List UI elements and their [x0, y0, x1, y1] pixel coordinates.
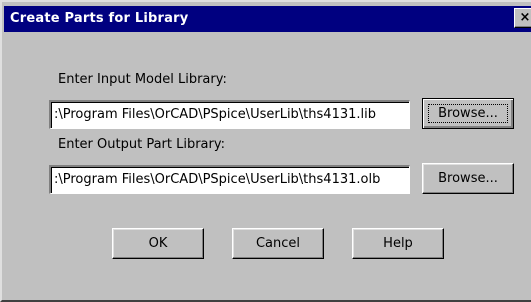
ok-button[interactable]: OK	[112, 228, 204, 259]
window-title: Create Parts for Library	[10, 11, 189, 26]
cancel-button[interactable]: Cancel	[232, 228, 324, 259]
close-icon[interactable]: ×	[514, 8, 531, 28]
output-library-label: Enter Output Part Library:	[58, 137, 226, 152]
output-library-field[interactable]: :\Program Files\OrCAD\PSpice\UserLib\ths…	[49, 165, 410, 194]
input-library-label: Enter Input Model Library:	[58, 72, 227, 87]
input-browse-button[interactable]: Browse...	[422, 98, 514, 129]
create-parts-dialog: Create Parts for Library × Enter Input M…	[0, 0, 531, 302]
help-button[interactable]: Help	[352, 228, 444, 259]
output-browse-button[interactable]: Browse...	[422, 163, 514, 194]
input-library-field[interactable]: :\Program Files\OrCAD\PSpice\UserLib\ths…	[49, 100, 410, 129]
title-bar: Create Parts for Library	[4, 6, 531, 32]
focus-indicator	[428, 104, 508, 123]
